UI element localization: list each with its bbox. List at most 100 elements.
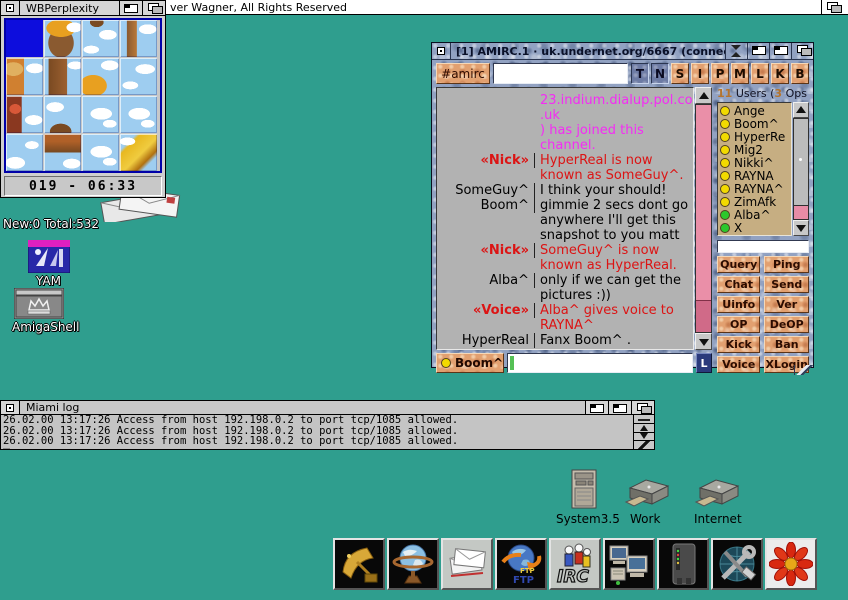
zoom-icon[interactable] [769,43,791,59]
yam-icon[interactable] [28,240,70,273]
chat-input[interactable] [507,353,693,373]
action-button-op[interactable]: OP [717,316,760,333]
dock-item-flower[interactable] [765,538,817,590]
dock-item-mail[interactable] [441,538,493,590]
scroll-down-icon[interactable] [695,333,712,350]
puzzle-tile-1[interactable] [44,20,81,57]
puzzle-tile-13[interactable] [44,134,81,171]
puzzle-tile-5[interactable] [44,58,81,95]
scroll-up-icon[interactable] [634,424,654,433]
puzzle-tile-3[interactable] [120,20,157,57]
action-button-ban[interactable]: Ban [764,336,809,353]
topic-input[interactable] [493,63,628,84]
close-icon[interactable] [1,401,20,414]
dock-item-tools[interactable] [711,538,763,590]
depth-icon[interactable] [791,43,813,59]
dock-item-ftp[interactable]: FTP FTP [495,538,547,590]
puzzle-tile-15[interactable] [120,134,157,171]
snapshot-icon[interactable] [747,43,769,59]
puzzle-tile-14[interactable] [82,134,119,171]
scroll-down-icon[interactable] [634,433,654,442]
puzzle-tile-4[interactable] [6,58,43,95]
user-list-item[interactable]: Boom^ [720,117,789,130]
toolbar-button-t[interactable]: T [631,63,649,84]
action-button-voice[interactable]: Voice [717,356,760,373]
screen-depth-icon[interactable] [821,0,848,14]
user-list-item[interactable]: ZimAfk [720,195,789,208]
userlist-scroll-track[interactable] [793,118,809,206]
channel-tab[interactable]: #amirc [436,63,490,84]
user-list-item[interactable]: Alba^ [720,208,789,221]
puzzle-tile-9[interactable] [44,96,81,133]
amigashell-icon[interactable] [14,288,64,319]
action-button-ver[interactable]: Ver [764,296,809,313]
dock-item-irc[interactable]: IRC [549,538,601,590]
resize-icon[interactable] [794,365,813,375]
resize-icon[interactable] [634,441,654,449]
puzzle-tile-6[interactable] [82,58,119,95]
iconify-icon[interactable] [725,43,747,59]
chat-scroll-track[interactable] [695,104,712,333]
puzzle-tile-10[interactable] [82,96,119,133]
toolbar-button-b[interactable]: B [791,63,809,84]
scroll-up-icon[interactable] [695,87,712,104]
snapshot-icon[interactable] [585,401,608,414]
system-drive-label[interactable]: System3.5 [556,512,620,526]
amirc-titlebar[interactable]: [1] AMIRC.1 · uk.undernet.org/6667 (conn… [432,43,813,60]
user-list-item[interactable]: Ange [720,104,789,117]
puzzle-tile-11[interactable] [120,96,157,133]
amigashell-label[interactable]: AmigaShell [12,320,79,334]
work-drive-icon[interactable] [622,476,674,510]
zoom-icon[interactable] [608,401,631,414]
puzzle-titlebar[interactable]: WBPerplexity [1,1,165,16]
depth-icon[interactable] [631,401,654,414]
user-list-item[interactable]: Mig2 [720,143,789,156]
puzzle-tile-7[interactable] [120,58,157,95]
toolbar-button-i[interactable]: I [691,63,709,84]
scroll-up-icon[interactable] [793,102,809,118]
lock-button[interactable]: L [696,353,712,373]
chat-message-list[interactable]: 23.indium.dialup.pol.co.uk) has joined t… [436,87,694,350]
toolbar-button-k[interactable]: K [771,63,789,84]
work-drive-label[interactable]: Work [630,512,660,526]
dock-item-globe[interactable] [387,538,439,590]
toolbar-button-m[interactable]: M [731,63,749,84]
puzzle-tile-8[interactable] [6,96,43,133]
action-button-deop[interactable]: DeOP [764,316,809,333]
user-list-item[interactable]: RAYNA [720,169,789,182]
user-list-item[interactable]: Nikki^ [720,156,789,169]
toolbar-button-n[interactable]: N [651,63,669,84]
close-icon[interactable] [1,1,20,15]
userlist-scroll-pink[interactable] [793,206,809,220]
zoom-icon[interactable] [119,1,142,15]
dock-item-network[interactable] [603,538,655,590]
user-list-item[interactable]: RAYNA^ [720,182,789,195]
toolbar-button-p[interactable]: P [711,63,729,84]
action-button-send[interactable]: Send [764,276,809,293]
internet-drive-icon[interactable] [692,476,744,510]
shrink-icon[interactable] [634,415,654,424]
action-button-uinfo[interactable]: Uinfo [717,296,760,313]
miami-titlebar[interactable]: Miami log [1,401,654,415]
toolbar-button-s[interactable]: S [671,63,689,84]
nick-filter-input[interactable] [717,240,809,253]
scroll-down-icon[interactable] [793,220,809,236]
puzzle-tile-0[interactable] [6,20,43,57]
close-icon[interactable] [432,43,451,59]
action-button-query[interactable]: Query [717,256,760,273]
puzzle-tile-12[interactable] [6,134,43,171]
action-button-ping[interactable]: Ping [764,256,809,273]
mailbox-label[interactable]: New:0 Total:532 [3,217,99,231]
system-drive-icon[interactable] [568,468,600,510]
yam-label[interactable]: YAM [36,274,61,288]
toolbar-button-l[interactable]: L [751,63,769,84]
chat-scroll-thumb[interactable] [696,105,711,301]
internet-drive-label[interactable]: Internet [694,512,742,526]
depth-icon[interactable] [142,1,165,15]
puzzle-tile-2[interactable] [82,20,119,57]
own-nick-button[interactable]: Boom^ [436,353,504,373]
user-list[interactable]: AngeBoom^HyperReMig2Nikki^RAYNARAYNA^Zim… [717,102,792,236]
action-button-kick[interactable]: Kick [717,336,760,353]
dock-item-satellite[interactable] [333,538,385,590]
action-button-chat[interactable]: Chat [717,276,760,293]
